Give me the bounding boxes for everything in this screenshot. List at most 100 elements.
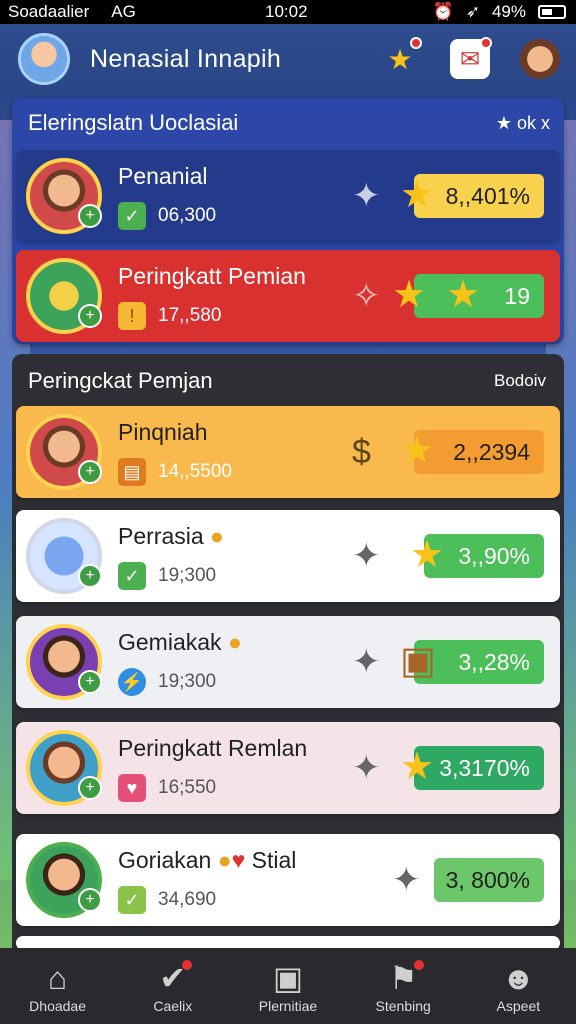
list-item[interactable]: + Peringkatt Remlan ♥ 16;550 ✦ ★ 3,3170%: [16, 722, 560, 814]
lightning-icon: ⚡: [118, 667, 146, 696]
player-points: 16;550: [158, 776, 217, 798]
score-pill: ★ ★ 19: [392, 274, 544, 318]
nav-flag[interactable]: ⚑ Stenbing: [353, 958, 453, 1014]
friends-icon[interactable]: [520, 39, 560, 79]
player-name: Gemiakak ●: [118, 628, 242, 655]
coin-icon: ●: [217, 846, 232, 873]
ticket-icon: ▤: [118, 457, 146, 486]
app-header: Nenasial Innapih ★ ✉: [0, 24, 576, 94]
warning-icon: !: [118, 301, 146, 330]
plus-badge-icon: +: [78, 204, 102, 228]
plus-badge-icon: +: [78, 776, 102, 800]
heart-icon: ♥: [231, 846, 246, 873]
player-name: Goriakan ●♥ Stial: [118, 846, 297, 873]
check-icon: ✓: [118, 561, 146, 590]
score-value: 2,,2394: [453, 438, 530, 465]
score-pill: ▣ 3,,28%: [400, 640, 544, 684]
star-icon: ★: [400, 430, 435, 472]
ranking-filter[interactable]: Bodoiv: [494, 371, 546, 391]
nav-label: Plernitiae: [258, 998, 318, 1014]
featured-title: Eleringslatn Uoclasiai: [28, 110, 239, 135]
star-icon: ★: [446, 274, 481, 316]
page-title: Nenasial Innapih: [90, 44, 282, 73]
plus-badge-icon: +: [78, 460, 102, 484]
list-item[interactable]: + Pinqniah ▤ 14,,5500 $ ★ 2,,2394: [16, 406, 560, 498]
list-item[interactable]: + Gemiakak ● ⚡ 19;300 ✦ ▣ 3,,28%: [16, 616, 560, 708]
wrench-icon: ✦: [352, 749, 381, 787]
nav-label: Stenbing: [375, 998, 431, 1014]
score-value: 8,,401%: [445, 182, 530, 209]
star-icon: ★: [410, 534, 445, 576]
avatar: +: [26, 842, 102, 918]
score-value: 3,,90%: [458, 542, 530, 569]
avatar: +: [26, 258, 102, 334]
score-value: 3,3170%: [439, 754, 530, 781]
featured-close[interactable]: ★ ok x: [496, 113, 550, 134]
bottom-nav: ⌂ Dhoadae ✔ Caelix ▣ Plernitiae ⚑ Stenbi…: [0, 948, 576, 1024]
nav-label: Dhoadae: [29, 998, 86, 1014]
battery-percent: 49%: [491, 2, 526, 21]
star-icon: ★: [392, 274, 427, 316]
wrench-icon: ✦: [392, 861, 421, 899]
heart-icon: ♥: [118, 773, 146, 802]
featured-card[interactable]: + Penanial ✓ 06,300 ✦ ★ 8,,401%: [16, 150, 560, 242]
nav-label: Aspeet: [496, 998, 541, 1014]
player-points: 34,690: [158, 888, 217, 910]
status-time: 10:02: [265, 2, 308, 21]
check-icon: ✓: [118, 201, 146, 230]
avatar: +: [26, 518, 102, 594]
avatar: +: [26, 158, 102, 234]
status-bar: Soadaalier AG 10:02 ⏰ ➶ 49%: [0, 0, 576, 24]
coin-icon: ●: [210, 522, 224, 549]
score-pill: ★ 3,,90%: [410, 534, 544, 578]
ranking-title: Peringckat Pemjan: [28, 368, 213, 393]
score-value: 3,,28%: [458, 648, 530, 675]
profile-avatar[interactable]: [18, 33, 70, 85]
score-pill: ★ 8,,401%: [400, 174, 544, 218]
profile-icon: ☻: [501, 960, 536, 996]
avatar: +: [26, 624, 102, 700]
battery-icon: [538, 5, 566, 19]
nav-card[interactable]: ▣ Plernitiae: [238, 958, 338, 1014]
alarm-icon: ⏰: [432, 2, 454, 21]
star-icon: ★: [400, 746, 435, 788]
check-icon: ✓: [118, 885, 146, 914]
plus-badge-icon: +: [78, 888, 102, 912]
hammer-icon: ✧: [352, 277, 381, 315]
crate-icon: ▣: [400, 640, 436, 682]
nav-profile[interactable]: ☻ Aspeet: [468, 958, 568, 1014]
signal-icon: ➶: [465, 2, 480, 21]
plus-badge-icon: +: [78, 564, 102, 588]
wrench-icon: ✦: [352, 643, 381, 681]
player-name: Penanial: [118, 162, 208, 189]
score-value: 3, 800%: [445, 866, 530, 893]
score-pill: ★ 3,3170%: [400, 746, 544, 790]
home-icon: ⌂: [47, 960, 68, 996]
nav-check[interactable]: ✔ Caelix: [123, 958, 223, 1014]
featured-card[interactable]: + Peringkatt Pemian ! 17,,580 ✧ ★ ★ 19: [16, 250, 560, 342]
player-points: 17,,580: [158, 304, 222, 326]
player-points: 06,300: [158, 204, 217, 226]
score-pill: ★ 2,,2394: [400, 430, 544, 474]
wrench-icon: ✦: [352, 177, 381, 215]
player-points: 19;300: [158, 670, 217, 692]
card-icon: ▣: [272, 960, 304, 996]
mail-icon[interactable]: ✉: [450, 37, 492, 79]
star-rewards-icon[interactable]: ★: [380, 37, 422, 79]
plus-badge-icon: +: [78, 304, 102, 328]
star-icon: ★: [400, 174, 435, 216]
check-badge-icon: ✔: [159, 958, 193, 998]
avatar: +: [26, 730, 102, 806]
player-points: 19;300: [158, 564, 217, 586]
score-pill: 3, 800%: [434, 858, 544, 902]
player-name: Peringkatt Remlan: [118, 734, 308, 761]
list-item[interactable]: + Perrasia ● ✓ 19;300 ✦ ★ 3,,90%: [16, 510, 560, 602]
list-item[interactable]: + Goriakan ●♥ Stial ✓ 34,690 ✦ 3, 800%: [16, 834, 560, 926]
plus-badge-icon: +: [78, 670, 102, 694]
player-name: Pinqniah: [118, 418, 208, 445]
nav-label: Caelix: [153, 998, 193, 1014]
score-value: 19: [504, 282, 530, 309]
nav-home[interactable]: ⌂ Dhoadae: [8, 958, 108, 1014]
dollar-icon: $: [352, 432, 371, 471]
wrench-icon: ✦: [352, 537, 381, 575]
